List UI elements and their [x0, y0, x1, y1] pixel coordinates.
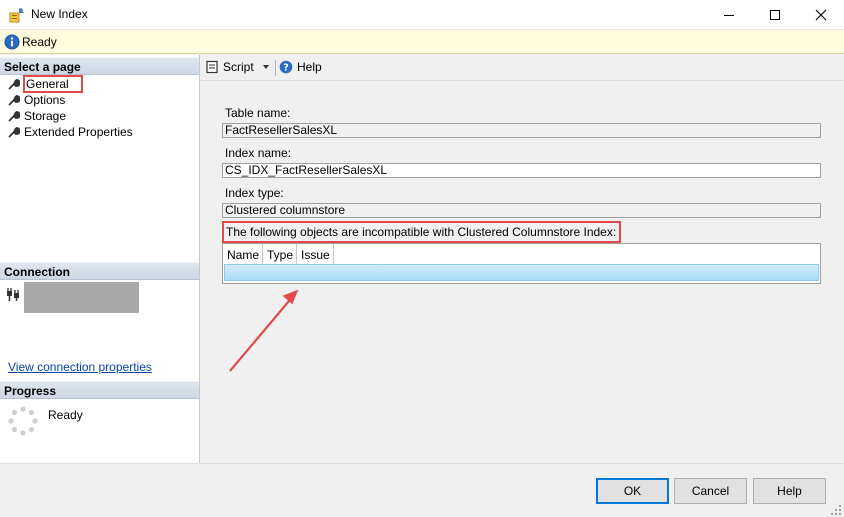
index-type-label: Index type:: [225, 186, 284, 200]
connection-header: Connection: [0, 262, 199, 280]
table-name-label: Table name:: [225, 106, 291, 120]
grid-column-type[interactable]: Type: [263, 244, 298, 264]
script-button[interactable]: Script: [205, 60, 272, 74]
page-item-label: Storage: [24, 108, 67, 123]
page-item-storage[interactable]: Storage: [8, 108, 66, 123]
maximize-icon: [770, 10, 780, 20]
index-name-label: Index name:: [225, 146, 292, 160]
chevron-down-icon: [262, 65, 269, 69]
script-icon: [206, 60, 218, 74]
script-label: Script: [223, 60, 254, 74]
grid-selected-row[interactable]: [224, 264, 819, 281]
wrench-icon: [8, 94, 20, 105]
wrench-icon: [8, 126, 20, 137]
select-page-header: Select a page: [0, 57, 199, 75]
status-text: Ready: [22, 35, 57, 49]
progress-spinner-icon: [8, 406, 38, 436]
index-type-field: Clustered columnstore: [222, 203, 821, 218]
cancel-button[interactable]: Cancel: [674, 478, 747, 504]
incompatible-objects-label: The following objects are incompatible w…: [222, 221, 622, 243]
ok-button[interactable]: OK: [596, 478, 669, 504]
maximize-button[interactable]: [752, 0, 798, 30]
window-title: New Index: [31, 7, 88, 21]
help-button[interactable]: Help: [753, 478, 826, 504]
wrench-icon: [8, 78, 20, 89]
dialog-button-bar: OK Cancel Help: [0, 463, 844, 517]
grid-column-name[interactable]: Name: [223, 244, 264, 264]
grid-column-issue[interactable]: Issue: [297, 244, 334, 264]
resize-grip-icon[interactable]: [830, 504, 842, 516]
toolbar: Script ? Help: [201, 55, 844, 81]
page-item-label: General: [23, 74, 83, 93]
progress-status-text: Ready: [48, 408, 83, 422]
minimize-button[interactable]: [706, 0, 752, 30]
plug-icon: [7, 288, 19, 301]
title-bar: New Index: [0, 0, 844, 30]
connection-info-redacted: [24, 282, 139, 313]
help-question-icon: ?: [279, 60, 293, 74]
index-name-input[interactable]: CS_IDX_FactResellerSalesXL: [222, 163, 821, 178]
grid-header: Name Type Issue: [223, 244, 334, 264]
status-bar: Ready: [0, 30, 844, 54]
page-item-label: Options: [24, 92, 66, 107]
page-item-extended-properties[interactable]: Extended Properties: [8, 124, 133, 139]
minimize-icon: [724, 15, 734, 16]
close-icon: [815, 9, 827, 21]
right-pane: Script ? Help Table name: FactResellerSa…: [201, 55, 844, 463]
info-icon: [4, 34, 20, 50]
help-toolbar-button[interactable]: ? Help: [279, 60, 322, 74]
view-connection-properties-link[interactable]: View connection properties: [8, 360, 152, 374]
new-index-app-icon: [9, 8, 24, 23]
progress-header: Progress: [0, 381, 199, 399]
table-name-field: FactResellerSalesXL: [222, 123, 821, 138]
svg-text:?: ?: [283, 63, 289, 74]
page-item-options[interactable]: Options: [8, 92, 65, 107]
toolbar-separator: [275, 60, 276, 76]
left-pane: Select a page General Options Storage Ex…: [0, 55, 200, 463]
wrench-icon: [8, 110, 20, 121]
incompatible-objects-grid[interactable]: Name Type Issue: [222, 243, 821, 284]
page-item-general[interactable]: General: [8, 74, 83, 93]
page-item-label: Extended Properties: [24, 124, 133, 139]
close-button[interactable]: [798, 0, 844, 30]
help-toolbar-label: Help: [297, 60, 322, 74]
